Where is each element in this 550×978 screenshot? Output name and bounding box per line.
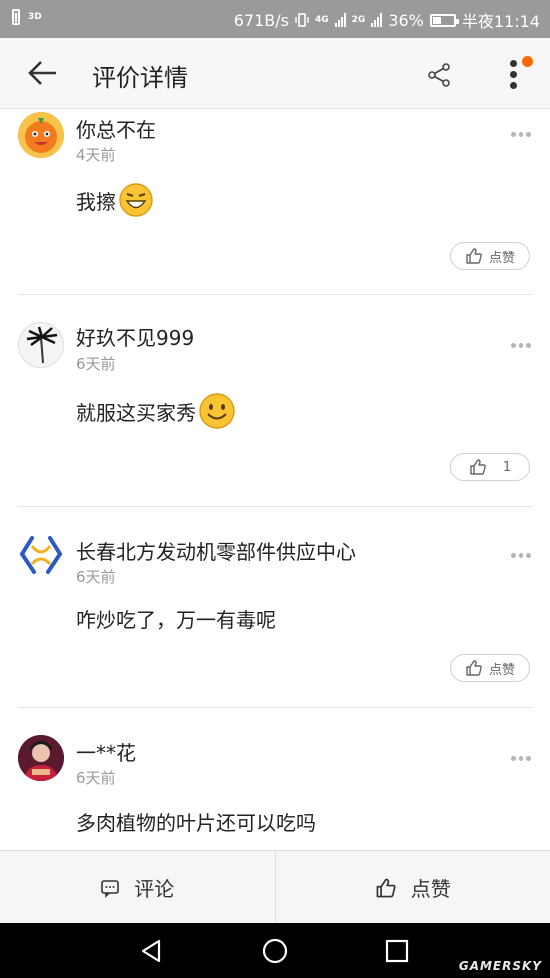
like-button[interactable]: 点赞 bbox=[450, 242, 530, 270]
avatar[interactable] bbox=[18, 112, 64, 158]
comment-author[interactable]: 好玖不见999 bbox=[76, 322, 194, 351]
comment-more-icon[interactable] bbox=[511, 756, 532, 762]
share-button[interactable] bbox=[424, 60, 454, 90]
comment-author[interactable]: 你总不在 bbox=[76, 114, 156, 143]
network-type-a: 4G bbox=[315, 15, 329, 25]
page-title: 评价详情 bbox=[92, 64, 188, 92]
like-label: 点赞 bbox=[488, 250, 515, 266]
like-button[interactable]: 1 bbox=[450, 453, 530, 481]
thumbs-up-icon bbox=[470, 459, 486, 475]
user-photo-avatar-icon bbox=[18, 735, 64, 781]
comment-time: 6天前 bbox=[76, 568, 116, 586]
more-options-button[interactable] bbox=[502, 56, 533, 94]
battery-icon bbox=[429, 13, 459, 27]
battery-small-icon bbox=[12, 9, 20, 25]
comment-icon bbox=[101, 879, 120, 898]
comment-more-icon[interactable] bbox=[511, 343, 532, 349]
network-type-b: 2G bbox=[351, 15, 366, 25]
nav-back-button[interactable] bbox=[137, 936, 167, 966]
avatar[interactable] bbox=[18, 735, 64, 781]
network-speed: 671B/s bbox=[233, 10, 289, 30]
signal-icon-2 bbox=[371, 13, 383, 27]
comment-content: 多肉植物的叶片还可以吃吗 bbox=[76, 807, 316, 836]
home-circle-icon bbox=[262, 938, 288, 964]
nav-recents-button[interactable] bbox=[382, 936, 412, 966]
clock: 半夜11:14 bbox=[461, 12, 540, 31]
thumbs-up-icon bbox=[376, 878, 396, 897]
nav-home-button[interactable] bbox=[260, 936, 290, 966]
comment-content: 就服这买家秀 bbox=[76, 392, 236, 430]
back-triangle-icon bbox=[141, 939, 161, 963]
comment-author[interactable]: 长春北方发动机零部件供应中心 bbox=[76, 536, 356, 565]
like-button-label: 点赞 bbox=[410, 877, 451, 901]
comment-content: 我擦 bbox=[76, 182, 154, 218]
battery-percent: 36% bbox=[388, 10, 424, 30]
cartoon-avatar-icon bbox=[18, 112, 64, 158]
palm-tree-avatar-icon bbox=[19, 323, 63, 367]
comment-button[interactable]: 评论 bbox=[0, 851, 275, 924]
notification-badge bbox=[522, 56, 533, 67]
comment-text: 多肉植物的叶片还可以吃吗 bbox=[76, 811, 316, 835]
comment-button-label: 评论 bbox=[134, 877, 175, 901]
signal-icon bbox=[334, 13, 346, 27]
back-button[interactable] bbox=[22, 57, 62, 89]
comment-text: 咋炒吃了，万一有毒呢 bbox=[76, 608, 276, 632]
avatar[interactable] bbox=[18, 532, 64, 578]
back-arrow-icon bbox=[28, 61, 56, 85]
divider bbox=[18, 294, 532, 295]
comment-text: 就服这买家秀 bbox=[76, 400, 196, 425]
comment-time: 4天前 bbox=[76, 146, 116, 164]
thumbs-up-icon bbox=[466, 248, 482, 264]
grinning-emoji bbox=[119, 183, 153, 217]
divider bbox=[18, 707, 532, 708]
more-vertical-icon-dot bbox=[510, 71, 517, 78]
vibrate-icon bbox=[295, 13, 309, 27]
avatar[interactable] bbox=[18, 322, 64, 368]
smile-emoji bbox=[199, 393, 235, 429]
status-bar: 3D 671B/s 4G 2G 36% 半夜11:14 bbox=[0, 0, 550, 38]
comment-author[interactable]: 一**花 bbox=[76, 737, 136, 766]
thumbs-up-icon bbox=[466, 660, 482, 676]
company-logo-avatar-icon bbox=[19, 533, 63, 577]
comment-more-icon[interactable] bbox=[511, 132, 532, 138]
like-button[interactable]: 点赞 bbox=[450, 654, 530, 682]
status-badge: 3D bbox=[28, 12, 42, 22]
like-action-button[interactable]: 点赞 bbox=[276, 851, 550, 924]
comment-text: 我擦 bbox=[76, 189, 116, 214]
like-count: 1 bbox=[502, 459, 512, 475]
bottom-action-bar: 评论 点赞 bbox=[0, 850, 550, 924]
comment-content: 咋炒吃了，万一有毒呢 bbox=[76, 604, 276, 633]
like-label: 点赞 bbox=[488, 662, 515, 678]
share-icon bbox=[428, 63, 450, 87]
more-vertical-icon bbox=[510, 60, 517, 67]
watermark: GAMERSKY bbox=[458, 959, 542, 973]
divider bbox=[18, 506, 532, 507]
app-header: 评价详情 bbox=[0, 38, 550, 109]
comment-time: 6天前 bbox=[76, 355, 116, 373]
more-vertical-icon-dot bbox=[510, 82, 517, 89]
system-nav-bar: GAMERSKY bbox=[0, 923, 550, 978]
comment-more-icon[interactable] bbox=[511, 553, 532, 559]
comment-time: 6天前 bbox=[76, 769, 116, 787]
recents-square-icon bbox=[385, 939, 409, 963]
